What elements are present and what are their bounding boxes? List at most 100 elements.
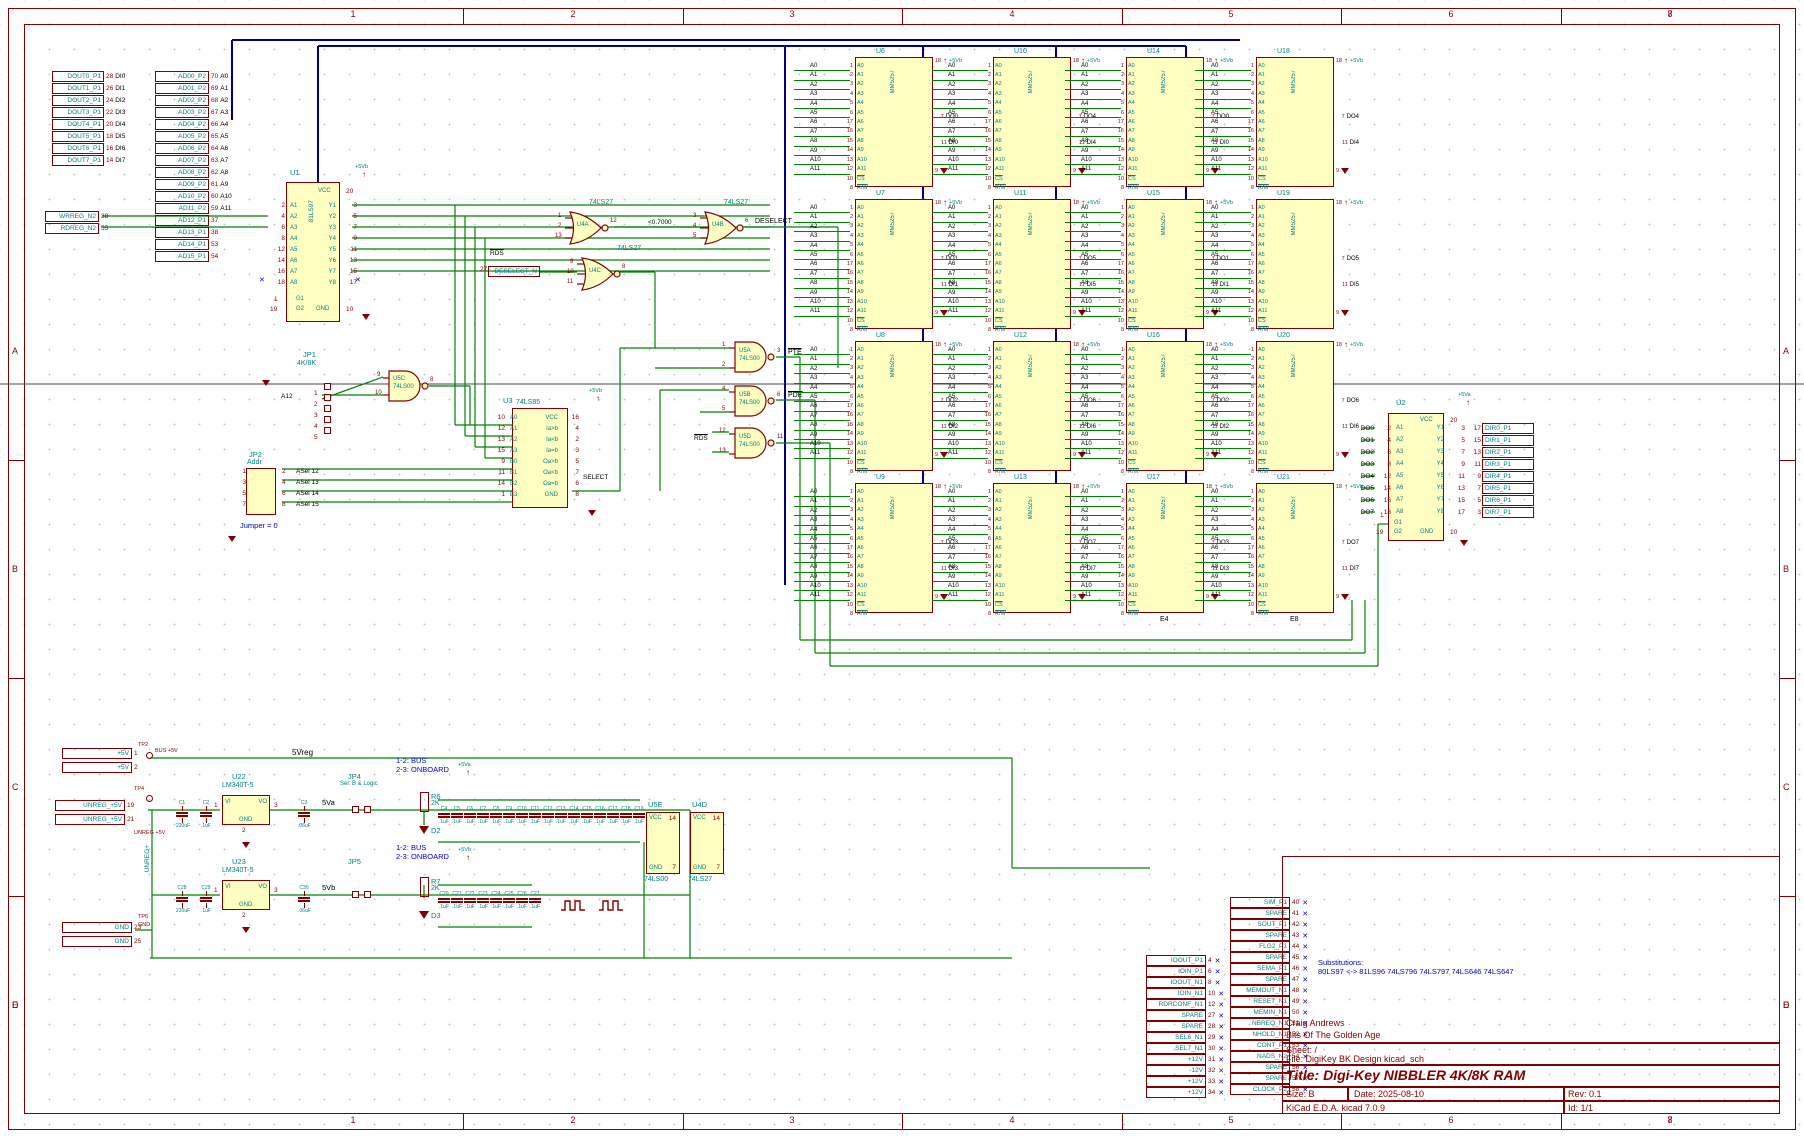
net-label[interactable]: DI5: [115, 133, 125, 140]
ram-chip[interactable]: U7 MM5257 A0A1A2A3A4A5A6A7A8A9A10A11 1A0…: [855, 199, 933, 329]
hier-label[interactable]: DOUT0_P1: [52, 71, 104, 82]
connector-row[interactable]: DOUT3_P122DI3: [52, 106, 125, 118]
connector-row[interactable]: AD07_P263A7: [155, 154, 232, 166]
jp2-ref[interactable]: JP2: [249, 450, 262, 459]
net-label-5vreg[interactable]: 5Vreg: [292, 748, 313, 757]
hier-label[interactable]: SPARE: [1230, 908, 1290, 919]
pin-pad[interactable]: [324, 427, 331, 434]
connector-row[interactable]: -12V32✕: [1146, 1065, 1224, 1076]
capacitor[interactable]: C8.1uF: [490, 806, 502, 825]
net-label[interactable]: A2: [220, 97, 228, 104]
capacitor-c3[interactable]: C3.06uF: [298, 800, 310, 829]
net-label[interactable]: DO4: [1347, 114, 1359, 120]
connector-row[interactable]: AD05_P265A5: [155, 130, 232, 142]
connector-row[interactable]: SPARE28✕: [1146, 1021, 1224, 1032]
hier-label[interactable]: SEL6_N1: [1146, 1032, 1206, 1043]
power-net[interactable]: +5Vb: [355, 164, 368, 170]
u5e-part[interactable]: 74LS00: [644, 876, 668, 883]
hier-label[interactable]: AD09_P2: [155, 179, 209, 190]
connector-row[interactable]: DOUT4_P120DI4: [52, 118, 125, 130]
ram-chip[interactable]: U15 MM5257 A0A1A2A3A4A5A6A7A8A9A10A11 1A…: [1126, 199, 1204, 329]
u3-ref[interactable]: U3: [503, 396, 513, 405]
hier-label[interactable]: CONT_P1: [1230, 1040, 1290, 1051]
connector-row[interactable]: DOUT0_P128DI0: [52, 70, 125, 82]
hier-label[interactable]: +5V: [62, 762, 132, 773]
hier-label[interactable]: DIR4_P1: [1482, 471, 1534, 482]
connector-row[interactable]: AD12_P137: [155, 214, 232, 226]
power-net[interactable]: +5Va: [458, 762, 471, 768]
pin-pad[interactable]: [324, 383, 331, 390]
capacitor-c28[interactable]: C28220uF: [176, 885, 188, 914]
ram-chip[interactable]: U20 MM5257 A0A1A2A3A4A5A6A7A8A9A10A11 1A…: [1256, 341, 1334, 471]
connector-row[interactable]: AD01_P269A1: [155, 82, 232, 94]
net-label[interactable]: DI3: [115, 109, 125, 116]
connector-row[interactable]: AD08_P262A8: [155, 166, 232, 178]
jp4-ref[interactable]: JP4: [348, 772, 361, 781]
power-net[interactable]: +5Va: [1458, 392, 1471, 398]
hier-label[interactable]: WRREG_N2: [45, 211, 99, 222]
hier-label[interactable]: SEL7_N1: [1146, 1043, 1206, 1054]
hier-label[interactable]: IOIN_N1: [1146, 988, 1206, 999]
hier-label[interactable]: CLOCK_P2: [1230, 1084, 1290, 1095]
hier-label[interactable]: AD11_P2: [155, 203, 209, 214]
capacitor[interactable]: C14.1uF: [568, 806, 580, 825]
hier-label[interactable]: DOUT7_P1: [52, 155, 104, 166]
connector-row[interactable]: +12V34✕: [1146, 1087, 1224, 1098]
connector-row[interactable]: IOOUT_N18✕: [1146, 977, 1224, 988]
capacitor[interactable]: C10.1uF: [516, 806, 528, 825]
net-label[interactable]: DO7: [1347, 540, 1359, 546]
connector-row[interactable]: DOUT5_P118DI5: [52, 130, 125, 142]
net-label[interactable]: A10: [220, 193, 232, 200]
connector-dout-p1[interactable]: DOUT0_P128DI0DOUT1_P126DI1DOUT2_P124DI2D…: [52, 70, 125, 166]
capacitor[interactable]: C27.1uF: [529, 891, 541, 910]
gate-u4a[interactable]: 74LS27 U4A 1 2 13 12: [565, 210, 635, 250]
power-net[interactable]: +5Vb: [589, 388, 602, 394]
capacitor[interactable]: C25.1uF: [503, 891, 515, 910]
u22-ref[interactable]: U22: [232, 772, 246, 781]
hier-label[interactable]: DIR0_P1: [1482, 423, 1534, 434]
gate-u5c[interactable]: U5C 74LS00 9 10 8: [383, 368, 443, 404]
ram-chip[interactable]: U18 MM5257 A0A1A2A3A4A5A6A7A8A9A10A11 1A…: [1256, 57, 1334, 187]
hier-label[interactable]: NBREQ_N1: [1230, 1018, 1290, 1029]
hier-label[interactable]: +12V: [1146, 1076, 1206, 1087]
net-label[interactable]: ASel 12: [296, 468, 319, 475]
hier-label[interactable]: AD14_P1: [155, 239, 209, 250]
gate-u5a[interactable]: U5A 74LS00 1 2 3: [729, 340, 799, 376]
hier-label[interactable]: RDRCONF_N1: [1146, 999, 1206, 1010]
net-label[interactable]: A3: [220, 109, 228, 116]
net-label-select[interactable]: SELECT: [583, 474, 608, 481]
resistor-r6[interactable]: [420, 792, 429, 812]
net-label[interactable]: ASel 14: [296, 490, 319, 497]
hier-label[interactable]: AD04_P2: [155, 119, 209, 130]
hier-label[interactable]: -12V: [1146, 1065, 1206, 1076]
hier-label[interactable]: GND: [62, 936, 132, 947]
capacitor-c1[interactable]: C1220uF: [176, 800, 188, 829]
jp5-ref[interactable]: JP5: [348, 857, 361, 866]
u23-ref[interactable]: U23: [232, 857, 246, 866]
net-label[interactable]: DO0: [1348, 425, 1374, 432]
net-label[interactable]: DI0: [115, 73, 125, 80]
jp2-value[interactable]: Addr: [247, 459, 262, 466]
pin-pad[interactable]: [324, 405, 331, 412]
net-label[interactable]: DO1: [1348, 437, 1374, 444]
net-label[interactable]: A0: [220, 73, 228, 80]
hier-label[interactable]: +12V: [1146, 1087, 1206, 1098]
net-label-bank[interactable]: E4: [1160, 616, 1169, 623]
net-label[interactable]: DO2: [1348, 449, 1374, 456]
net-label-deselect[interactable]: DESELECT: [755, 218, 792, 225]
net-label[interactable]: DI4: [1350, 140, 1359, 146]
hier-label[interactable]: MEMIN_N1: [1230, 1007, 1290, 1018]
hier-label[interactable]: SEMA_P1: [1230, 963, 1290, 974]
connector-row[interactable]: AD11_P259A11: [155, 202, 232, 214]
capacitor[interactable]: C5.1uF: [451, 806, 463, 825]
power-net[interactable]: +5Vb: [1350, 58, 1363, 64]
gate-u5d[interactable]: U5D 74LS00 12 13 11: [729, 426, 799, 462]
ram-chip[interactable]: U10 MM5257 A0A1A2A3A4A5A6A7A8A9A10A11 1A…: [993, 57, 1071, 187]
capacitor[interactable]: C20.1uF: [438, 891, 450, 910]
connector-row[interactable]: SEL6_N129✕: [1146, 1032, 1224, 1043]
hier-label[interactable]: DIR7_P1: [1482, 507, 1534, 518]
hier-label[interactable]: AD00_P2: [155, 71, 209, 82]
connector-row[interactable]: AD00_P270A0: [155, 70, 232, 82]
hier-label[interactable]: AD13_P1: [155, 227, 209, 238]
hier-label[interactable]: IOIN_P1: [1146, 966, 1206, 977]
